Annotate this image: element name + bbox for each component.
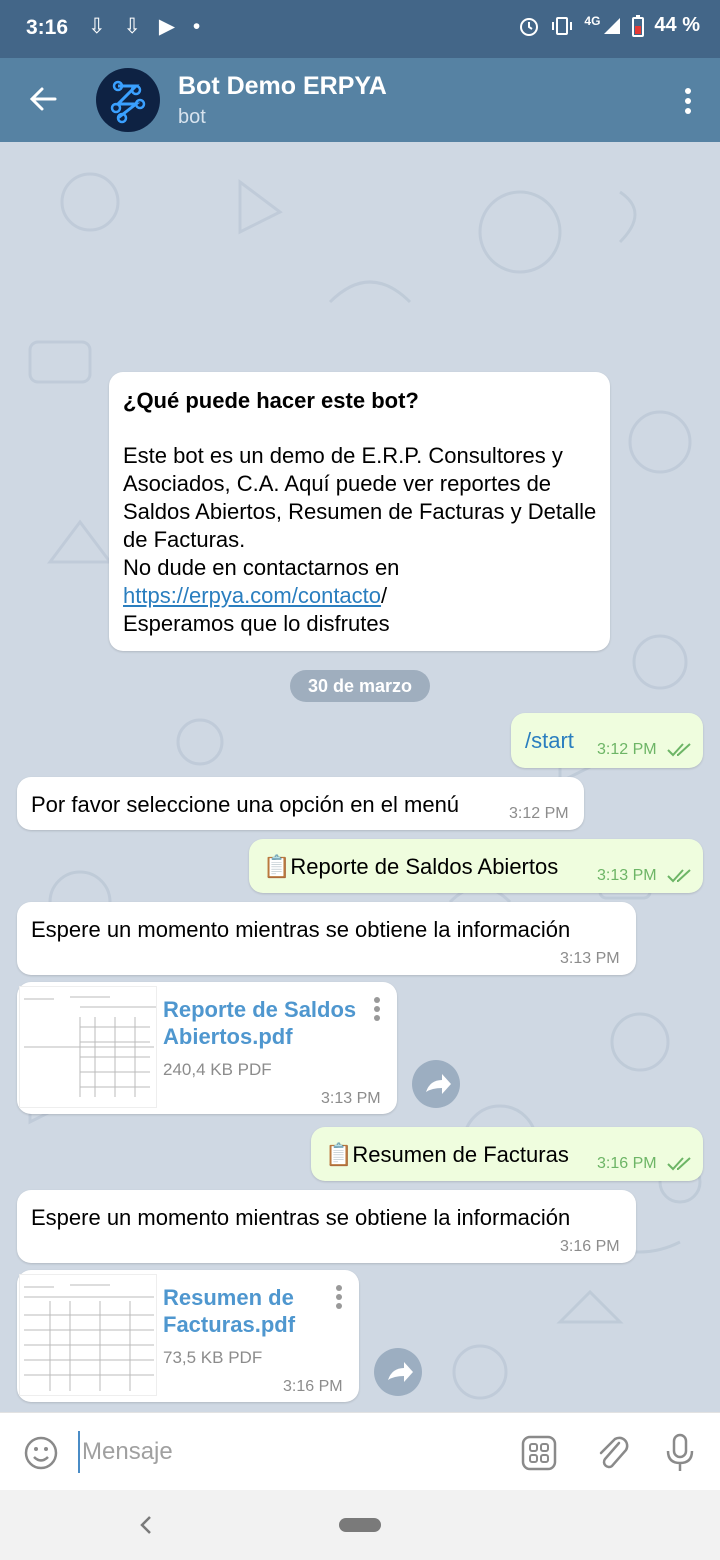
file-name-line2[interactable]: Abiertos.pdf (163, 1023, 293, 1050)
message-time: 3:13 PM (597, 867, 657, 884)
alarm-icon (520, 17, 539, 36)
double-check-icon (667, 869, 691, 883)
file-name-line1[interactable]: Resumen de (163, 1284, 294, 1311)
file-size: 73,5 KB PDF (163, 1348, 263, 1367)
message-outgoing[interactable]: 📋Resumen de Facturas 3:16 PM (311, 1127, 703, 1181)
message-composer (0, 1412, 720, 1491)
message-text: Espere un momento mientras se obtiene la… (31, 1205, 571, 1230)
double-check-icon (667, 743, 691, 757)
double-check-icon (667, 1157, 691, 1171)
description-paragraph: Este bot es un demo de E.R.P. Consultore… (123, 443, 597, 552)
microphone-icon[interactable] (665, 1433, 695, 1473)
document-preview-icon (24, 996, 160, 1097)
forward-icon (388, 1362, 413, 1382)
bot-description-card: ¿Qué puede hacer este bot? Este bot es u… (109, 372, 610, 651)
nav-back-icon[interactable] (138, 1514, 154, 1536)
message-text: 📋Resumen de Facturas (325, 1142, 569, 1167)
message-time: 3:16 PM (560, 1238, 620, 1255)
message-time: 3:16 PM (597, 1155, 657, 1172)
battery-percent: 44 % (654, 14, 700, 36)
chat-subtitle: bot (178, 106, 206, 128)
share-button[interactable] (412, 1060, 460, 1108)
description-closing: Esperamos que lo disfrutes (123, 611, 390, 636)
date-chip: 30 de marzo (290, 670, 430, 702)
chat-title[interactable]: Bot Demo ERPYA (178, 72, 387, 101)
file-more-icon[interactable] (335, 1284, 343, 1310)
message-incoming[interactable]: Espere un momento mientras se obtiene la… (17, 1190, 636, 1263)
message-time: 3:13 PM (321, 1090, 381, 1107)
file-message[interactable]: Reporte de Saldos Abiertos.pdf 240,4 KB … (17, 982, 397, 1114)
document-preview-icon (24, 1284, 154, 1391)
message-text: /start (525, 728, 574, 753)
pdf-thumbnail[interactable] (19, 1274, 157, 1396)
message-input[interactable] (78, 1431, 504, 1473)
attach-icon[interactable] (595, 1433, 629, 1471)
more-vertical-icon[interactable] (678, 86, 698, 116)
file-size: 240,4 KB PDF (163, 1060, 272, 1079)
status-right: 4G 44 % (518, 14, 700, 37)
forward-icon (426, 1074, 451, 1094)
emoji-icon[interactable] (24, 1436, 58, 1470)
share-button[interactable] (374, 1348, 422, 1396)
status-bar: 3:16 ⇩ ⇩ ▶ • 4G 44 % (0, 0, 720, 58)
message-text: Espere un momento mientras se obtiene la… (31, 917, 571, 942)
bot-avatar[interactable] (96, 68, 160, 132)
status-time: 3:16 (26, 16, 69, 39)
link-suffix: / (381, 583, 388, 608)
signal-icon (604, 17, 621, 34)
nav-home-pill[interactable] (339, 1518, 381, 1532)
notification-icons: ⇩ ⇩ ▶ • (88, 15, 207, 38)
vibrate-icon (552, 16, 573, 35)
message-time: 3:16 PM (283, 1378, 343, 1395)
network-type: 4G (584, 13, 601, 28)
erpya-logo-icon (110, 80, 146, 124)
message-incoming[interactable]: Por favor seleccione una opción en el me… (17, 777, 584, 830)
file-message[interactable]: Resumen de Facturas.pdf 73,5 KB PDF 3:16… (17, 1270, 359, 1402)
battery-icon (632, 14, 645, 37)
bot-keyboard-icon[interactable] (521, 1435, 557, 1471)
file-name-line2[interactable]: Facturas.pdf (163, 1311, 295, 1338)
message-time: 3:12 PM (509, 805, 569, 822)
bot-description-text: Este bot es un demo de E.R.P. Consultore… (123, 442, 603, 638)
message-outgoing[interactable]: 📋Reporte de Saldos Abiertos 3:13 PM (249, 839, 703, 893)
message-outgoing[interactable]: /start 3:12 PM (511, 713, 703, 768)
message-time: 3:12 PM (597, 741, 657, 758)
back-arrow-icon[interactable] (28, 84, 58, 114)
message-time: 3:13 PM (560, 950, 620, 967)
system-nav-bar (0, 1490, 720, 1560)
chat-header: Bot Demo ERPYA bot (0, 58, 720, 142)
description-contact: No dude en contactarnos en (123, 555, 400, 580)
chat-area[interactable]: ¿Qué puede hacer este bot? Este bot es u… (0, 142, 720, 1412)
message-incoming[interactable]: Espere un momento mientras se obtiene la… (17, 902, 636, 975)
pdf-thumbnail[interactable] (19, 986, 160, 1108)
message-text: 📋Reporte de Saldos Abiertos (263, 854, 559, 879)
message-text: Por favor seleccione una opción en el me… (31, 792, 460, 817)
bot-description-heading: ¿Qué puede hacer este bot? (123, 388, 419, 413)
file-name-line1[interactable]: Reporte de Saldos (163, 996, 356, 1023)
contact-link[interactable]: https://erpya.com/contacto (123, 583, 381, 608)
file-more-icon[interactable] (373, 996, 381, 1022)
